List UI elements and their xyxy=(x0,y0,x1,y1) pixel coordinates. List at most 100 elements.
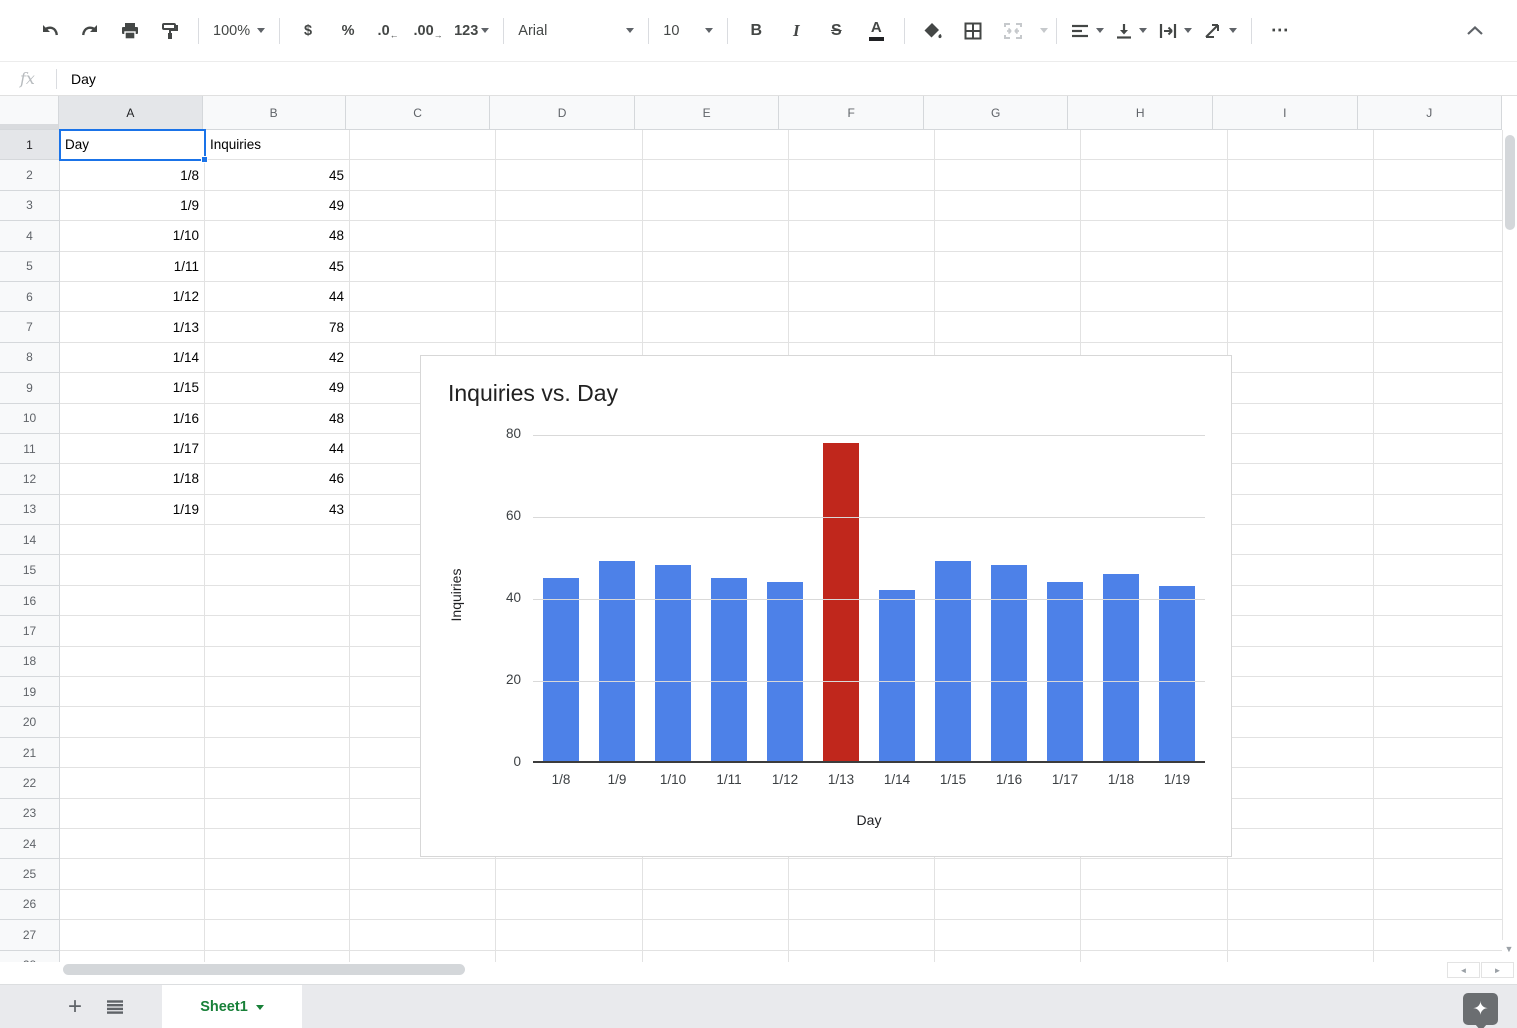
cell-H2[interactable] xyxy=(1081,160,1227,190)
select-all-corner[interactable] xyxy=(0,96,59,130)
cell-J28[interactable] xyxy=(1374,951,1502,962)
cell-I13[interactable] xyxy=(1228,495,1374,525)
cell-A9[interactable]: 1/15 xyxy=(60,373,205,403)
cell-I18[interactable] xyxy=(1228,647,1374,677)
column-header-B[interactable]: B xyxy=(203,96,346,130)
cell-J13[interactable] xyxy=(1374,495,1502,525)
cell-I22[interactable] xyxy=(1228,768,1374,798)
cell-A12[interactable]: 1/18 xyxy=(60,464,205,494)
number-format-menu[interactable]: 123 xyxy=(448,13,495,49)
row-header-12[interactable]: 12 xyxy=(0,464,60,494)
cell-B23[interactable] xyxy=(205,799,350,829)
cell-B12[interactable]: 46 xyxy=(205,464,350,494)
cell-A28[interactable] xyxy=(60,951,205,962)
column-header-F[interactable]: F xyxy=(779,96,924,130)
chart-bar-1/14[interactable] xyxy=(879,590,915,761)
cell-G6[interactable] xyxy=(935,282,1081,312)
cell-B16[interactable] xyxy=(205,586,350,616)
cell-C5[interactable] xyxy=(350,252,496,282)
cell-D28[interactable] xyxy=(496,951,642,962)
cell-C4[interactable] xyxy=(350,221,496,251)
row-header-17[interactable]: 17 xyxy=(0,616,60,646)
fill-color-button[interactable] xyxy=(915,13,951,49)
cell-G25[interactable] xyxy=(935,859,1081,889)
scroll-left-button[interactable]: ◄ xyxy=(1447,962,1480,978)
row-header-22[interactable]: 22 xyxy=(0,768,60,798)
cell-I11[interactable] xyxy=(1228,434,1374,464)
cell-C25[interactable] xyxy=(350,859,496,889)
chart-bar-1/19[interactable] xyxy=(1159,586,1195,761)
cell-A24[interactable] xyxy=(60,829,205,859)
cell-F2[interactable] xyxy=(789,160,935,190)
cell-D7[interactable] xyxy=(496,312,642,342)
cell-B10[interactable]: 48 xyxy=(205,404,350,434)
cell-E7[interactable] xyxy=(643,312,789,342)
cell-H3[interactable] xyxy=(1081,191,1227,221)
cell-G27[interactable] xyxy=(935,920,1081,950)
cell-J2[interactable] xyxy=(1374,160,1502,190)
cell-B21[interactable] xyxy=(205,738,350,768)
row-header-23[interactable]: 23 xyxy=(0,799,60,829)
cell-A5[interactable]: 1/11 xyxy=(60,252,205,282)
undo-button[interactable] xyxy=(32,13,68,49)
cell-J24[interactable] xyxy=(1374,829,1502,859)
cell-D5[interactable] xyxy=(496,252,642,282)
cell-D25[interactable] xyxy=(496,859,642,889)
cell-B28[interactable] xyxy=(205,951,350,962)
vertical-scrollbar[interactable] xyxy=(1502,130,1517,958)
cell-J9[interactable] xyxy=(1374,373,1502,403)
row-header-3[interactable]: 3 xyxy=(0,191,60,221)
cell-J14[interactable] xyxy=(1374,525,1502,555)
row-header-25[interactable]: 25 xyxy=(0,859,60,889)
row-header-9[interactable]: 9 xyxy=(0,373,60,403)
cell-F7[interactable] xyxy=(789,312,935,342)
cell-A18[interactable] xyxy=(60,647,205,677)
cell-I7[interactable] xyxy=(1228,312,1374,342)
cell-J18[interactable] xyxy=(1374,647,1502,677)
cell-C2[interactable] xyxy=(350,160,496,190)
chart-bar-1/16[interactable] xyxy=(991,565,1027,761)
cell-H6[interactable] xyxy=(1081,282,1227,312)
cell-G4[interactable] xyxy=(935,221,1081,251)
cell-B22[interactable] xyxy=(205,768,350,798)
chart-bar-1/13[interactable] xyxy=(823,443,859,761)
format-percent-button[interactable]: % xyxy=(330,13,366,49)
cell-D6[interactable] xyxy=(496,282,642,312)
row-header-21[interactable]: 21 xyxy=(0,738,60,768)
redo-button[interactable] xyxy=(72,13,108,49)
cell-I15[interactable] xyxy=(1228,555,1374,585)
cell-I14[interactable] xyxy=(1228,525,1374,555)
cell-H26[interactable] xyxy=(1081,890,1227,920)
column-header-I[interactable]: I xyxy=(1213,96,1358,130)
paint-format-button[interactable] xyxy=(152,13,188,49)
cell-J20[interactable] xyxy=(1374,707,1502,737)
more-button[interactable]: ⋯ xyxy=(1262,13,1298,49)
cell-E26[interactable] xyxy=(643,890,789,920)
cell-A2[interactable]: 1/8 xyxy=(60,160,205,190)
cell-C7[interactable] xyxy=(350,312,496,342)
scroll-down-button[interactable]: ▼ xyxy=(1502,940,1516,958)
row-header-7[interactable]: 7 xyxy=(0,312,60,342)
cell-B19[interactable] xyxy=(205,677,350,707)
cell-B27[interactable] xyxy=(205,920,350,950)
cell-F25[interactable] xyxy=(789,859,935,889)
fill-handle[interactable] xyxy=(201,156,208,163)
cell-I16[interactable] xyxy=(1228,586,1374,616)
tab-sheet1[interactable]: Sheet1 xyxy=(162,985,302,1028)
borders-button[interactable] xyxy=(955,13,991,49)
cell-J3[interactable] xyxy=(1374,191,1502,221)
cell-J26[interactable] xyxy=(1374,890,1502,920)
text-wrap-menu[interactable] xyxy=(1153,13,1198,49)
cell-I10[interactable] xyxy=(1228,404,1374,434)
cell-H27[interactable] xyxy=(1081,920,1227,950)
cell-I12[interactable] xyxy=(1228,464,1374,494)
cell-B15[interactable] xyxy=(205,555,350,585)
zoom-select[interactable]: 100% xyxy=(207,13,271,49)
cell-G3[interactable] xyxy=(935,191,1081,221)
cell-J17[interactable] xyxy=(1374,616,1502,646)
chart-bar-1/9[interactable] xyxy=(599,561,635,761)
cell-J5[interactable] xyxy=(1374,252,1502,282)
row-header-18[interactable]: 18 xyxy=(0,647,60,677)
cell-G2[interactable] xyxy=(935,160,1081,190)
cell-B7[interactable]: 78 xyxy=(205,312,350,342)
